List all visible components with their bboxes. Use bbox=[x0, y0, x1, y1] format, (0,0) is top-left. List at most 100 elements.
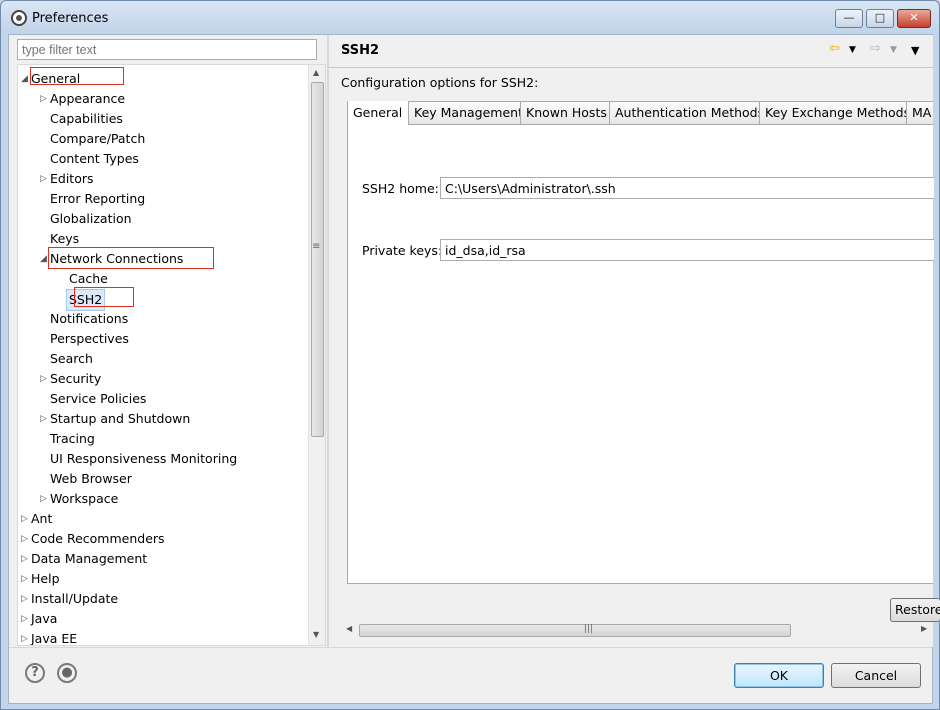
tree-item-label: Search bbox=[50, 351, 93, 366]
forward-dropdown-icon[interactable]: ▼ bbox=[890, 45, 897, 55]
tree-item-java-ee[interactable]: ▷ Java EE bbox=[18, 629, 306, 646]
tree-item-search[interactable]: Search bbox=[18, 349, 306, 369]
expand-arrow-icon[interactable]: ▷ bbox=[40, 89, 48, 109]
tree-item-label: Code Recommenders bbox=[31, 531, 165, 546]
tree-item-compare-patch[interactable]: Compare/Patch bbox=[18, 129, 306, 149]
preferences-window: Preferences — □ ✕ ▲ ≡ ▼ ◢General▷Appeara… bbox=[0, 0, 940, 710]
scroll-thumb[interactable] bbox=[311, 82, 324, 437]
maximize-button[interactable]: □ bbox=[866, 9, 894, 28]
tree-item-workspace[interactable]: ▷ Workspace bbox=[18, 489, 306, 509]
minimize-button[interactable]: — bbox=[835, 9, 863, 28]
tree-item-label: Help bbox=[31, 571, 60, 586]
tree-item-cache[interactable]: Cache bbox=[18, 269, 306, 289]
tree-item-error-reporting[interactable]: Error Reporting bbox=[18, 189, 306, 209]
expand-arrow-icon[interactable]: ▷ bbox=[21, 529, 29, 549]
tree-item-appearance[interactable]: ▷ Appearance bbox=[18, 89, 306, 109]
tree-item-tracing[interactable]: Tracing bbox=[18, 429, 306, 449]
private-keys-field[interactable]: id_dsa,id_rsa bbox=[440, 239, 934, 261]
tree-item-keys[interactable]: Keys bbox=[18, 229, 306, 249]
tree-item-label: Web Browser bbox=[50, 471, 132, 486]
expand-arrow-icon[interactable]: ▷ bbox=[21, 589, 29, 609]
forward-arrow-icon[interactable]: ⇨ bbox=[870, 41, 881, 56]
tab-key-exchange-methods[interactable]: Key Exchange Methods bbox=[759, 101, 910, 125]
tree-item-data-management[interactable]: ▷ Data Management bbox=[18, 549, 306, 569]
tree-item-perspectives[interactable]: Perspectives bbox=[18, 329, 306, 349]
tree-item-label: Cache bbox=[69, 271, 108, 286]
tree-vertical-scrollbar[interactable]: ▲ ≡ ▼ bbox=[308, 65, 325, 645]
ok-button[interactable]: OK bbox=[734, 663, 824, 688]
highlight-box-general bbox=[30, 67, 124, 85]
tab-authentication-methods[interactable]: Authentication Methods bbox=[609, 101, 764, 125]
highlight-box-ssh2 bbox=[74, 287, 134, 307]
tree-item-web-browser[interactable]: Web Browser bbox=[18, 469, 306, 489]
tree-item-service-policies[interactable]: Service Policies bbox=[18, 389, 306, 409]
tab-general[interactable]: General bbox=[347, 101, 409, 125]
tree-item-label: UI Responsiveness Monitoring bbox=[50, 451, 238, 466]
tree-item-label: Notifications bbox=[50, 311, 129, 326]
back-dropdown-icon[interactable]: ▼ bbox=[849, 45, 856, 55]
tree-item-ant[interactable]: ▷ Ant bbox=[18, 509, 306, 529]
ssh2-home-field[interactable]: C:\Users\Administrator\.ssh bbox=[440, 177, 934, 199]
preference-page: SSH2 ⇦ ▼ ⇨ ▼ ▼ Configuration options for… bbox=[329, 35, 940, 647]
scroll-down-icon[interactable]: ▼ bbox=[313, 630, 319, 639]
title-separator bbox=[329, 67, 933, 68]
help-icon[interactable]: ? bbox=[25, 663, 45, 683]
tree-item-help[interactable]: ▷ Help bbox=[18, 569, 306, 589]
h-scroll-thumb[interactable]: ||| bbox=[359, 624, 791, 637]
scroll-left-icon[interactable]: ◀ bbox=[346, 624, 352, 633]
expand-arrow-icon[interactable]: ▷ bbox=[21, 549, 29, 569]
expand-arrow-icon[interactable]: ▷ bbox=[21, 569, 29, 589]
tree-item-label: Workspace bbox=[50, 491, 119, 506]
filter-input[interactable] bbox=[17, 39, 317, 60]
tree-item-label: Error Reporting bbox=[50, 191, 146, 206]
import-export-icon[interactable]: ● bbox=[57, 663, 77, 683]
tree-item-java[interactable]: ▷ Java bbox=[18, 609, 306, 629]
collapse-arrow-icon[interactable]: ◢ bbox=[21, 69, 29, 89]
page-description: Configuration options for SSH2: bbox=[341, 75, 539, 90]
tree-item-label: Capabilities bbox=[50, 111, 123, 126]
tree-item-label: Appearance bbox=[50, 91, 126, 106]
expand-arrow-icon[interactable]: ▷ bbox=[40, 409, 48, 429]
back-arrow-icon[interactable]: ⇦ bbox=[829, 41, 840, 56]
tree-item-label: Keys bbox=[50, 231, 80, 246]
tree-item-notifications[interactable]: Notifications bbox=[18, 309, 306, 329]
tree-item-label: Security bbox=[50, 371, 102, 386]
restore-defaults-button[interactable]: Restore Defaults bbox=[890, 598, 940, 622]
expand-arrow-icon[interactable]: ▷ bbox=[21, 509, 29, 529]
view-menu-icon[interactable]: ▼ bbox=[911, 44, 919, 57]
expand-arrow-icon[interactable]: ▷ bbox=[40, 169, 48, 189]
expand-arrow-icon[interactable]: ▷ bbox=[21, 629, 29, 645]
tab-key-management[interactable]: Key Management bbox=[408, 101, 523, 125]
tree-item-ui-responsiveness-monitoring[interactable]: UI Responsiveness Monitoring bbox=[18, 449, 306, 469]
eclipse-icon bbox=[11, 10, 27, 26]
tree-item-label: Tracing bbox=[50, 431, 95, 446]
expand-arrow-icon[interactable]: ▷ bbox=[40, 489, 48, 509]
tree-item-content-types[interactable]: Content Types bbox=[18, 149, 306, 169]
tree-item-label: Java EE bbox=[31, 631, 78, 646]
cancel-button[interactable]: Cancel bbox=[831, 663, 921, 688]
ssh2-home-label: SSH2 home: bbox=[362, 181, 439, 196]
tree-item-label: Compare/Patch bbox=[50, 131, 146, 146]
tree-item-code-recommenders[interactable]: ▷ Code Recommenders bbox=[18, 529, 306, 549]
expand-arrow-icon[interactable]: ▷ bbox=[21, 609, 29, 629]
close-button[interactable]: ✕ bbox=[897, 9, 931, 28]
scroll-right-icon[interactable]: ▶ bbox=[921, 624, 927, 633]
tree-item-install-update[interactable]: ▷ Install/Update bbox=[18, 589, 306, 609]
tree-item-startup-and-shutdown[interactable]: ▷ Startup and Shutdown bbox=[18, 409, 306, 429]
tree-item-capabilities[interactable]: Capabilities bbox=[18, 109, 306, 129]
page-horizontal-scrollbar[interactable]: ◀ ||| ▶ bbox=[343, 622, 933, 639]
private-keys-label: Private keys: bbox=[362, 243, 443, 258]
tree-item-label: Service Policies bbox=[50, 391, 147, 406]
tree-item-globalization[interactable]: Globalization bbox=[18, 209, 306, 229]
tree-item-label: Content Types bbox=[50, 151, 139, 166]
tree-item-ssh2[interactable]: SSH2 bbox=[18, 289, 306, 311]
tree-item-editors[interactable]: ▷ Editors bbox=[18, 169, 306, 189]
tab-mac[interactable]: MA bbox=[906, 101, 933, 125]
preferences-tree: ▲ ≡ ▼ ◢ General ▷ Appearance Capabilities Com… bbox=[17, 64, 326, 646]
scroll-up-icon[interactable]: ▲ bbox=[313, 68, 319, 77]
tree-item-label: Globalization bbox=[50, 211, 132, 226]
tree-item-security[interactable]: ▷ Security bbox=[18, 369, 306, 389]
tab-known-hosts[interactable]: Known Hosts bbox=[520, 101, 610, 125]
collapse-arrow-icon[interactable]: ◢ bbox=[40, 249, 48, 269]
expand-arrow-icon[interactable]: ▷ bbox=[40, 369, 48, 389]
